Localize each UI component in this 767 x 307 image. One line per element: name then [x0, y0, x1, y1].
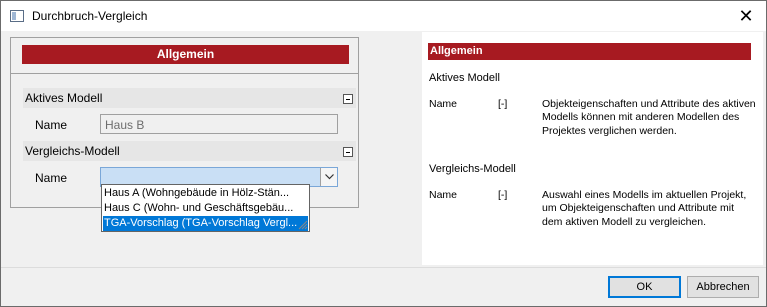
dropdown-option[interactable]: Haus A (Wohngebäude in Hölz-Stän... — [103, 186, 308, 201]
collapse-icon[interactable] — [343, 94, 353, 104]
group-header-vergleichs-modell[interactable]: Vergleichs-Modell — [23, 141, 356, 161]
help-section-title: Vergleichs-Modell — [429, 163, 516, 175]
model-dropdown-list[interactable]: Haus A (Wohngebäude in Hölz-Stän... Haus… — [101, 184, 310, 232]
help-row-description: Objekteigenschaften und Attribute des ak… — [542, 98, 756, 137]
help-section-title: Aktives Modell — [429, 72, 500, 84]
title-bar: Durchbruch-Vergleich ✕ — [1, 1, 766, 31]
button-bar: OK Abbrechen — [1, 267, 766, 306]
help-row-flag: [-] — [498, 189, 508, 201]
group-title: Vergleichs-Modell — [25, 144, 120, 158]
help-panel: Allgemein Aktives Modell Name [-] Objekt… — [422, 32, 763, 265]
help-row-name: Name — [429, 189, 458, 201]
dialog-window: Durchbruch-Vergleich ✕ Allgemein Aktives… — [0, 0, 767, 307]
active-model-name-field: Haus B — [100, 114, 338, 134]
field-label-name: Name — [35, 118, 68, 132]
divider — [11, 73, 358, 74]
collapse-icon[interactable] — [343, 147, 353, 157]
chevron-down-icon[interactable] — [320, 168, 337, 186]
ok-button[interactable]: OK — [608, 276, 681, 298]
property-panel: Allgemein Aktives Modell Name Haus B Ver… — [10, 37, 359, 208]
cancel-button[interactable]: Abbrechen — [687, 276, 759, 298]
close-icon[interactable]: ✕ — [734, 4, 758, 28]
group-header-aktives-modell[interactable]: Aktives Modell — [23, 88, 356, 108]
resize-grip-icon[interactable] — [296, 218, 308, 230]
help-row-flag: [-] — [498, 98, 508, 110]
window-icon — [10, 10, 24, 22]
dropdown-option-selected[interactable]: TGA-Vorschlag (TGA-Vorschlag Vergl... — [103, 216, 308, 231]
help-header-allgemein: Allgemein — [428, 43, 751, 60]
dropdown-option[interactable]: Haus C (Wohn- und Geschäftsgebäu... — [103, 201, 308, 216]
help-row-description: Auswahl eines Modells im aktuellen Proje… — [542, 189, 747, 228]
help-row-name: Name — [429, 98, 458, 110]
group-title: Aktives Modell — [25, 91, 103, 105]
field-label-name: Name — [35, 171, 68, 185]
section-header-allgemein: Allgemein — [22, 45, 349, 64]
window-title: Durchbruch-Vergleich — [32, 9, 148, 23]
